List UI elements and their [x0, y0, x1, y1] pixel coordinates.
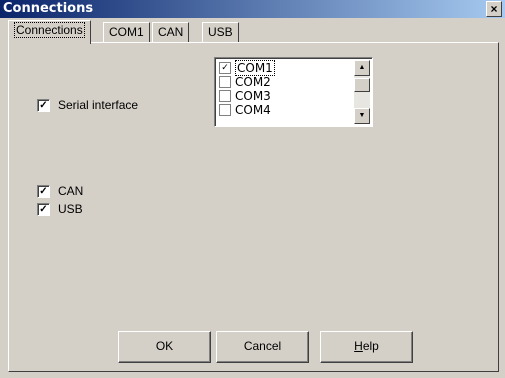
tab-usb[interactable]: USB — [202, 22, 239, 43]
ok-button[interactable]: OK — [118, 331, 211, 363]
unchecked-box-icon — [219, 75, 231, 88]
list-item-label: COM1 — [235, 59, 275, 76]
scroll-down-icon[interactable]: ▼ — [354, 108, 370, 124]
unchecked-box-icon — [219, 103, 231, 116]
usb-checkbox[interactable]: ✓ USB — [37, 202, 83, 216]
close-icon[interactable]: × — [486, 1, 502, 17]
usb-label: USB — [58, 202, 83, 216]
check-icon: ✓ — [37, 184, 50, 198]
port-list-scrollbar[interactable]: ▲ ▼ — [354, 60, 370, 124]
list-item-label: COM2 — [235, 74, 271, 89]
serial-interface-label: Serial interface — [58, 98, 139, 112]
can-checkbox[interactable]: ✓ CAN — [37, 184, 83, 198]
list-item-com3[interactable]: COM3 — [219, 88, 271, 103]
check-icon: ✓ — [37, 202, 50, 216]
list-item-com4[interactable]: COM4 — [219, 102, 271, 117]
tab-connections[interactable]: Connections — [8, 20, 91, 44]
help-accesskey: H — [354, 339, 363, 353]
list-item-com1[interactable]: ✓ COM1 — [219, 59, 275, 76]
help-button[interactable]: Help — [320, 331, 413, 363]
help-label-rest: elp — [362, 339, 379, 353]
list-item-com2[interactable]: COM2 — [219, 74, 271, 89]
list-item-label: COM4 — [235, 102, 271, 117]
check-icon: ✓ — [37, 98, 50, 112]
scroll-thumb[interactable] — [354, 78, 370, 92]
serial-interface-checkbox[interactable]: ✓ Serial interface — [37, 98, 138, 112]
tab-can[interactable]: CAN — [152, 22, 190, 43]
unchecked-box-icon — [219, 89, 231, 102]
title-bar: Connections × — [0, 0, 505, 18]
window-title: Connections — [3, 1, 94, 16]
port-listbox[interactable]: ✓ COM1 COM2 COM3 COM4 ▲ ▼ — [214, 57, 373, 127]
tab-connections-label: Connections — [14, 22, 85, 38]
tab-com1[interactable]: COM1 — [103, 22, 150, 43]
list-item-label: COM3 — [235, 88, 271, 103]
can-label: CAN — [58, 184, 84, 198]
cancel-button[interactable]: Cancel — [216, 331, 309, 363]
scroll-up-icon[interactable]: ▲ — [354, 60, 370, 76]
check-icon: ✓ — [219, 61, 231, 74]
